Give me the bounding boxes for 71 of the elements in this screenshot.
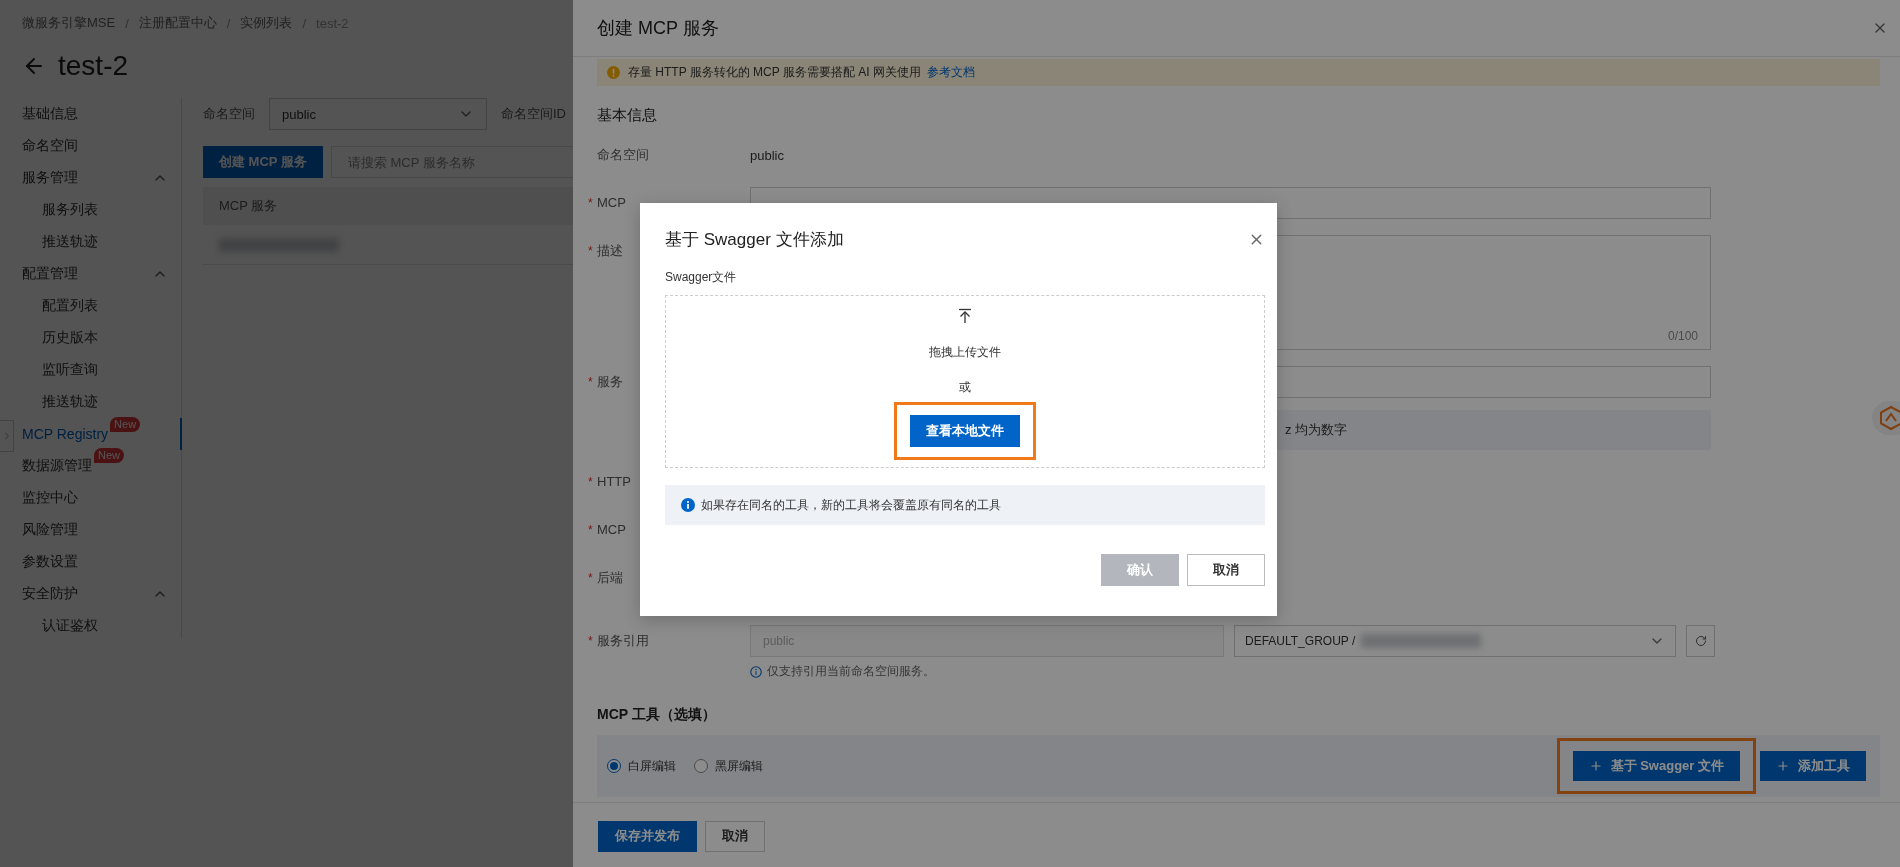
radio-option[interactable]: 黑屏编辑 xyxy=(694,757,763,775)
required-asterisk: * xyxy=(588,634,593,648)
info-icon xyxy=(681,498,695,512)
char-counter: 0/100 xyxy=(1667,329,1698,343)
sidebar-item[interactable]: 数据源管理 New xyxy=(22,450,182,482)
radio-option[interactable]: 白屏编辑 xyxy=(607,757,676,775)
sidebar-item[interactable]: 监听查询 xyxy=(22,354,182,386)
new-badge: New xyxy=(94,448,124,463)
section-title: 基本信息 xyxy=(597,106,658,125)
service-select[interactable]: DEFAULT_GROUP / xyxy=(1234,625,1676,657)
section-title: MCP 工具（选填） xyxy=(597,706,717,724)
publish-button[interactable]: 保存并发布 xyxy=(598,820,697,852)
cancel-button[interactable]: 取消 xyxy=(705,820,765,852)
sidebar-item[interactable]: 监控中心 xyxy=(22,482,182,514)
sidebar-item[interactable]: 推送轨迹 xyxy=(22,386,182,418)
field-label: 后端 xyxy=(597,570,623,586)
field-label: 命名空间 xyxy=(597,147,649,163)
cancel-button[interactable]: 取消 xyxy=(1187,554,1265,586)
required-asterisk: * xyxy=(588,196,593,210)
page-title: test-2 xyxy=(58,50,129,82)
sidebar-item[interactable]: 参数设置 xyxy=(22,546,182,578)
required-asterisk: * xyxy=(588,375,593,389)
dialog-title: 基于 Swagger 文件添加 xyxy=(665,228,844,251)
drawer-title: 创建 MCP 服务 xyxy=(597,17,719,40)
add-tool-button[interactable]: 基于 Swagger 文件 xyxy=(1572,751,1740,781)
alert-text: 存量 HTTP 服务转化的 MCP 服务需要搭配 AI 网关使用 参考文档 xyxy=(628,64,975,81)
refresh-icon xyxy=(1694,635,1707,647)
breadcrumb-separator: / xyxy=(302,15,307,31)
help-text: 仅支持引用当前命名空间服务。 xyxy=(767,663,935,680)
field-label: HTTP xyxy=(597,474,631,490)
field-label: 描述 xyxy=(597,243,623,259)
field-value: public xyxy=(750,146,784,165)
required-asterisk: * xyxy=(588,523,593,537)
required-asterisk: * xyxy=(588,244,593,258)
add-tool-button[interactable]: 添加工具 xyxy=(1760,751,1866,781)
upload-dropzone[interactable]: 拖拽上传文件 或 查看本地文件 xyxy=(665,295,1265,468)
field-label: 服务引用 xyxy=(597,633,649,649)
browse-files-button[interactable]: 查看本地文件 xyxy=(910,415,1020,447)
refresh-button[interactable] xyxy=(1686,625,1715,657)
required-asterisk: * xyxy=(588,571,593,585)
sidebar-item[interactable]: 推送轨迹 xyxy=(22,226,182,258)
dropzone-text: 拖拽上传文件 xyxy=(929,344,1001,361)
sidebar-item[interactable]: 风险管理 xyxy=(22,514,182,546)
namespace-select[interactable]: public xyxy=(269,98,487,130)
docs-link[interactable]: 参考文档 xyxy=(926,65,975,79)
sidebar-item[interactable]: 配置管理 xyxy=(22,258,182,290)
sidebar-item[interactable]: 服务管理 xyxy=(22,162,182,194)
sidebar-item[interactable]: 服务列表 xyxy=(22,194,182,226)
sidebar-item[interactable]: 命名空间 xyxy=(22,130,182,162)
hexagon-icon xyxy=(1878,405,1900,431)
breadcrumb-separator: / xyxy=(226,15,231,31)
required-asterisk: * xyxy=(588,475,593,489)
or-text: 或 xyxy=(959,379,971,396)
sidebar-item[interactable]: 认证鉴权 xyxy=(22,610,182,642)
new-badge: New xyxy=(110,417,141,432)
breadcrumb-separator: / xyxy=(125,15,129,31)
field-label: MCP xyxy=(597,195,626,211)
field-label: 服务 xyxy=(597,374,623,390)
field-label: MCP xyxy=(597,522,626,538)
sidebar-item[interactable]: 历史版本 xyxy=(22,322,182,354)
upload-icon xyxy=(957,308,973,324)
plus-icon xyxy=(1588,759,1603,773)
info-icon xyxy=(750,665,762,678)
sidebar-item[interactable]: 配置列表 xyxy=(22,290,182,322)
warning-icon xyxy=(607,66,620,79)
sidebar-item[interactable]: 基础信息 xyxy=(22,98,182,130)
notice-text: 如果存在同名的工具，新的工具将会覆盖原有同名的工具 xyxy=(701,496,1001,514)
create-service-button[interactable]: 创建 MCP 服务 xyxy=(203,146,323,178)
field-label: Swagger文件 xyxy=(665,269,738,286)
sidebar-item[interactable]: 安全防护 xyxy=(22,578,182,610)
plus-icon xyxy=(1776,759,1790,773)
